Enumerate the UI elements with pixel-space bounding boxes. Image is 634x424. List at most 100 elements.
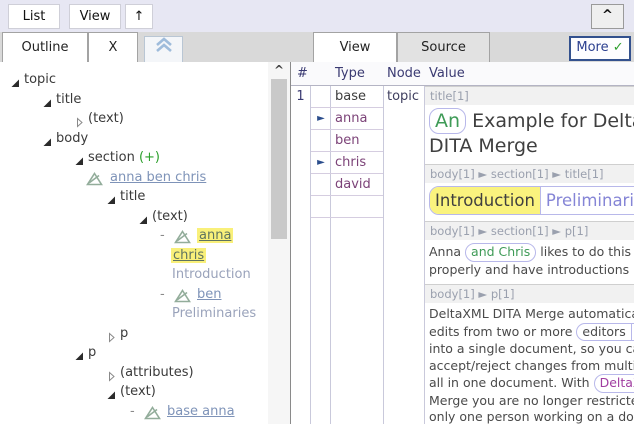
col-header-num: # — [297, 66, 308, 81]
tree-node: title — [120, 187, 145, 207]
row-marker-icon[interactable]: ► — [313, 156, 329, 169]
more-button[interactable]: More ✓ — [569, 36, 631, 61]
value-text: all in one document. With — [429, 375, 594, 390]
merge-change-pill[interactable]: and Chris — [465, 243, 537, 262]
tree-row: (text) — [0, 207, 268, 227]
value-content: DeltaXML DITA Merge automatically edits f… — [425, 303, 634, 424]
tree-node-label: (attributes) — [120, 364, 194, 380]
row-marker-icon[interactable]: ► — [313, 112, 329, 125]
check-icon: ✓ — [612, 40, 624, 55]
collapse-all-button[interactable] — [144, 36, 183, 63]
list-button[interactable]: List — [8, 4, 60, 29]
tree-scrollbar[interactable]: ^ — [268, 62, 290, 424]
tree-dash-marker: - — [160, 228, 165, 243]
up-arrow-button[interactable]: ↑ — [125, 4, 153, 29]
tree-row: - anna — [0, 226, 268, 246]
value-text: DeltaXML DITA Merge automatically — [429, 306, 634, 321]
variant-label: base — [335, 89, 366, 104]
tree-node-link[interactable]: base anna — [167, 404, 235, 419]
tab-view[interactable]: View — [313, 32, 397, 62]
table-header: # Type Node Value — [291, 62, 634, 86]
tree-row: p — [0, 343, 268, 363]
scroll-up-icon[interactable]: ^ — [268, 62, 290, 78]
tree-row: (text) — [0, 109, 268, 129]
view-button[interactable]: View — [69, 4, 121, 29]
tree-row: (attributes) — [0, 363, 268, 383]
tree-node-label: (text) — [152, 208, 188, 224]
tree-dash-marker: - — [130, 403, 135, 419]
value-column: title[1]An Example for DeltaXMLDITA Merg… — [425, 86, 634, 424]
tree-node-link[interactable]: anna — [197, 228, 234, 243]
tab-strip: Outline X View Source More ✓ — [0, 32, 634, 63]
value-block: body[1] ► section[1] ► title[1] Introduct… — [425, 164, 634, 221]
value-text: DITA Merge — [429, 135, 538, 157]
value-text: Merge you are no longer restricted to — [429, 392, 634, 408]
tree-row: p — [0, 324, 268, 344]
value-text: properly and have introductions — [429, 261, 630, 277]
tree-node: body — [56, 129, 88, 149]
value-text: Example for DeltaXML — [472, 110, 634, 132]
pill-segment: Introduction — [430, 187, 540, 214]
scrollbar-thumb[interactable] — [271, 79, 287, 239]
value-text-line: DITA Merge — [429, 134, 634, 158]
top-toolbar: List View ↑ ^ — [0, 0, 634, 32]
value-block: body[1] ► p[1] DeltaXML DITA Merge automa… — [425, 284, 634, 424]
value-text-line: Merge you are no longer restricted to — [429, 393, 634, 410]
value-text: likes to do this — [536, 244, 632, 259]
tree-node-link[interactable]: anna ben chris — [110, 170, 206, 185]
node-name: topic — [387, 89, 420, 104]
value-text-line: properly and have introductions — [429, 262, 634, 279]
variant-row-chris[interactable]: ► chris — [311, 152, 383, 174]
value-text-line: only one person working on a document — [429, 409, 634, 424]
variant-row-base[interactable]: base — [311, 86, 383, 108]
double-chevron-up-icon — [153, 37, 175, 58]
collapse-caret-button[interactable]: ^ — [591, 4, 624, 29]
tree-node-label: body — [56, 130, 89, 146]
variant-row-anna[interactable]: ► anna — [311, 108, 383, 130]
tree-node: p — [120, 324, 128, 344]
variant-row-david[interactable]: david — [311, 174, 383, 196]
tree-node-label: section — [88, 150, 139, 165]
merge-change-pill[interactable]: editorsreviewers — [576, 322, 634, 341]
col-header-node: Node — [387, 66, 421, 81]
pill-segment: DeltaXML — [599, 375, 634, 390]
merge-change-pill[interactable]: An — [429, 108, 467, 134]
tree-node: chris — [171, 246, 207, 266]
tree-node-label: title — [120, 189, 146, 204]
tab-close-x[interactable]: X — [88, 32, 138, 62]
tree-node-link[interactable]: ben — [197, 287, 222, 302]
tree-node-label: (+) — [138, 150, 160, 165]
tree-node-link[interactable]: chris — [171, 247, 207, 263]
value-breadcrumb: title[1] — [425, 86, 634, 105]
pill-segment: Preliminaries — [539, 187, 634, 214]
tree-node: (text) — [88, 109, 124, 129]
tab-outline[interactable]: Outline — [2, 32, 88, 62]
tree-node: anna — [197, 226, 234, 246]
tree-node-label: Preliminaries — [172, 306, 257, 321]
tree-node: section (+) — [88, 148, 160, 168]
merge-change-pill[interactable]: DeltaXML — [593, 374, 634, 393]
tree-row: Preliminaries — [0, 304, 268, 324]
value-text-line: IntroductionPreliminaries — [429, 186, 634, 215]
value-text: accept/reject changes from multiple — [429, 357, 634, 373]
tree-row: topic — [0, 70, 268, 90]
value-breadcrumb: body[1] ► section[1] ► p[1] — [425, 221, 634, 240]
tree-row: body — [0, 129, 268, 149]
variant-row-ben[interactable]: ben — [311, 130, 383, 152]
variant-row-empty — [311, 196, 383, 218]
merge-table: # Type Node Value 1 topic base ► anna ben ► c… — [290, 62, 634, 424]
merge-change-pill[interactable]: IntroductionPreliminaries — [429, 186, 634, 215]
tree-node: topic — [24, 70, 56, 90]
more-button-label: More — [576, 40, 609, 55]
outline-tree: topic title (text) body section (+) anna ben … — [0, 62, 268, 424]
value-text: Anna — [429, 244, 466, 259]
tree-row: (text) — [0, 382, 268, 402]
tree-node-label: topic — [24, 72, 57, 87]
value-content: An Example for DeltaXMLDITA Merge — [425, 105, 634, 164]
col-header-value: Value — [429, 66, 465, 81]
pill-segment: An — [435, 110, 461, 132]
tree-node: (text) — [120, 382, 156, 402]
value-text-line: An Example for DeltaXML — [429, 108, 634, 134]
value-text-line: edits from two or more editorsreviewers — [429, 322, 634, 341]
tab-source[interactable]: Source — [397, 32, 490, 62]
